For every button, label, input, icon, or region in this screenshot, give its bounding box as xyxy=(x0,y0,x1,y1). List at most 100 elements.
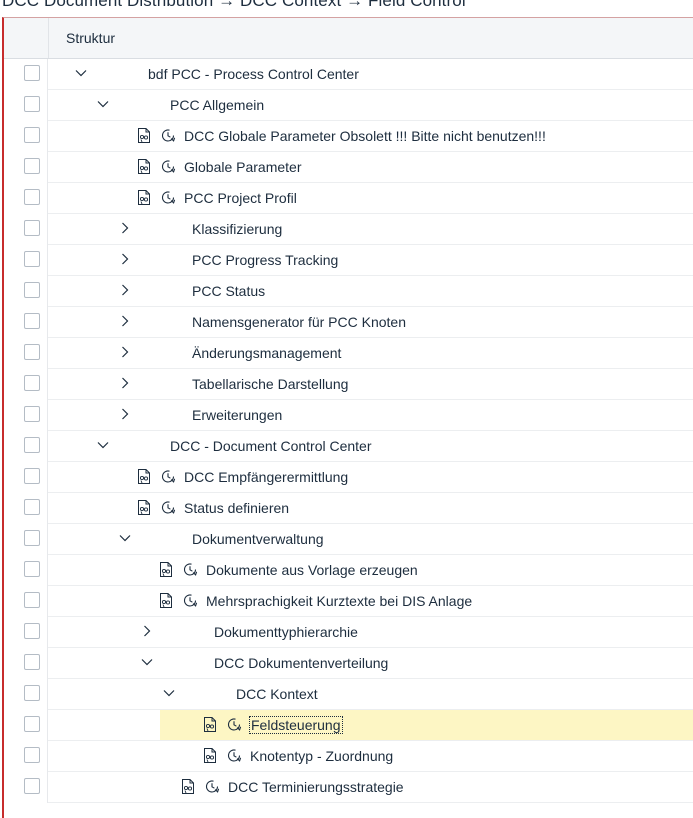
tree-node-label[interactable]: Dokumentverwaltung xyxy=(192,531,324,547)
row-selector[interactable] xyxy=(4,555,48,586)
tree-row[interactable]: PCC Status xyxy=(4,276,693,307)
row-selector[interactable] xyxy=(4,617,48,648)
row-selector[interactable] xyxy=(4,152,48,183)
tree-row[interactable]: Status definieren xyxy=(4,493,693,524)
documentation-icon[interactable] xyxy=(202,716,218,733)
tree-row[interactable]: Globale Parameter xyxy=(4,152,693,183)
row-checkbox[interactable] xyxy=(24,561,40,577)
tree-row[interactable]: Tabellarische Darstellung xyxy=(4,369,693,400)
tree-node-label[interactable]: Mehrsprachigkeit Kurztexte bei DIS Anlag… xyxy=(206,593,472,609)
tree-node-label[interactable]: DCC Globale Parameter Obsolett !!! Bitte… xyxy=(184,128,546,144)
row-selector[interactable] xyxy=(4,679,48,710)
row-checkbox[interactable] xyxy=(24,344,40,360)
tree-row[interactable]: PCC Progress Tracking xyxy=(4,245,693,276)
documentation-icon[interactable] xyxy=(136,189,152,206)
clock-icon[interactable] xyxy=(182,592,198,609)
row-selector[interactable] xyxy=(4,462,48,493)
row-selector[interactable] xyxy=(4,214,48,245)
clock-icon[interactable] xyxy=(226,747,242,764)
tree-node-label[interactable]: Knotentyp - Zuordnung xyxy=(250,748,393,764)
clock-icon[interactable] xyxy=(226,716,242,733)
documentation-icon[interactable] xyxy=(180,778,196,795)
row-selector[interactable] xyxy=(4,400,48,431)
chevron-right-icon[interactable] xyxy=(118,375,132,391)
clock-icon[interactable] xyxy=(160,468,176,485)
chevron-down-icon[interactable] xyxy=(96,437,110,453)
chevron-right-icon[interactable] xyxy=(118,251,132,267)
tree-row[interactable]: DCC Globale Parameter Obsolett !!! Bitte… xyxy=(4,121,693,152)
documentation-icon[interactable] xyxy=(158,561,174,578)
row-selector[interactable] xyxy=(4,183,48,214)
clock-icon[interactable] xyxy=(160,158,176,175)
tree-node-label[interactable]: Tabellarische Darstellung xyxy=(192,376,348,392)
row-checkbox[interactable] xyxy=(24,747,40,763)
tree-node-label[interactable]: DCC Kontext xyxy=(236,686,318,702)
row-checkbox[interactable] xyxy=(24,375,40,391)
row-checkbox[interactable] xyxy=(24,251,40,267)
row-checkbox[interactable] xyxy=(24,65,40,81)
row-checkbox[interactable] xyxy=(24,685,40,701)
tree-row[interactable]: DCC Terminierungsstrategie xyxy=(4,772,693,803)
row-selector[interactable] xyxy=(4,276,48,307)
tree-node-label[interactable]: Namensgenerator für PCC Knoten xyxy=(192,314,406,330)
row-checkbox[interactable] xyxy=(24,592,40,608)
tree-node-label[interactable]: PCC Progress Tracking xyxy=(192,252,338,268)
tree-row[interactable]: DCC Empfängerermittlung xyxy=(4,462,693,493)
row-checkbox[interactable] xyxy=(24,282,40,298)
clock-icon[interactable] xyxy=(160,189,176,206)
clock-icon[interactable] xyxy=(182,561,198,578)
row-checkbox[interactable] xyxy=(24,437,40,453)
tree-node-label[interactable]: Feldsteuerung xyxy=(249,716,343,734)
row-selector[interactable] xyxy=(4,59,48,90)
tree-row[interactable]: DCC Kontext xyxy=(4,679,693,710)
chevron-down-icon[interactable] xyxy=(96,96,110,112)
row-checkbox[interactable] xyxy=(24,468,40,484)
row-checkbox[interactable] xyxy=(24,499,40,515)
row-checkbox[interactable] xyxy=(24,158,40,174)
tree-node-label[interactable]: Dokumenttyphierarchie xyxy=(214,624,358,640)
row-selector[interactable] xyxy=(4,648,48,679)
row-selector[interactable] xyxy=(4,369,48,400)
tree-row[interactable]: Namensgenerator für PCC Knoten xyxy=(4,307,693,338)
tree-row[interactable]: Mehrsprachigkeit Kurztexte bei DIS Anlag… xyxy=(4,586,693,617)
row-selector[interactable] xyxy=(4,307,48,338)
row-checkbox[interactable] xyxy=(24,313,40,329)
tree-row[interactable]: Änderungsmanagement xyxy=(4,338,693,369)
row-selector[interactable] xyxy=(4,772,48,803)
row-selector[interactable] xyxy=(4,493,48,524)
tree-node-label[interactable]: DCC Empfängerermittlung xyxy=(184,469,348,485)
documentation-icon[interactable] xyxy=(136,127,152,144)
tree-row[interactable]: Knotentyp - Zuordnung xyxy=(4,741,693,772)
tree-node-label[interactable]: PCC Status xyxy=(192,283,265,299)
tree-node-label[interactable]: PCC Allgemein xyxy=(170,97,264,113)
tree-row[interactable]: Feldsteuerung xyxy=(4,710,693,741)
row-selector[interactable] xyxy=(4,710,48,741)
row-checkbox[interactable] xyxy=(24,623,40,639)
tree-row[interactable]: DCC Dokumentenverteilung xyxy=(4,648,693,679)
documentation-icon[interactable] xyxy=(158,592,174,609)
tree-row[interactable]: DCC - Document Control Center xyxy=(4,431,693,462)
row-selector[interactable] xyxy=(4,90,48,121)
tree-row[interactable]: Klassifizierung xyxy=(4,214,693,245)
select-all-column[interactable] xyxy=(4,18,49,58)
tree-node-label[interactable]: Status definieren xyxy=(184,500,289,516)
tree-node-label[interactable]: bdf PCC - Process Control Center xyxy=(148,66,359,82)
row-checkbox[interactable] xyxy=(24,127,40,143)
chevron-down-icon[interactable] xyxy=(118,530,132,546)
row-checkbox[interactable] xyxy=(24,530,40,546)
documentation-icon[interactable] xyxy=(136,499,152,516)
row-selector[interactable] xyxy=(4,741,48,772)
tree-row[interactable]: bdf PCC - Process Control Center xyxy=(4,59,693,90)
tree-node-label[interactable]: PCC Project Profil xyxy=(184,190,297,206)
tree-row[interactable]: PCC Project Profil xyxy=(4,183,693,214)
tree-node-label[interactable]: Klassifizierung xyxy=(192,221,282,237)
row-checkbox[interactable] xyxy=(24,220,40,236)
row-selector[interactable] xyxy=(4,524,48,555)
clock-icon[interactable] xyxy=(160,127,176,144)
row-selector[interactable] xyxy=(4,121,48,152)
row-selector[interactable] xyxy=(4,245,48,276)
tree-node-label[interactable]: Dokumente aus Vorlage erzeugen xyxy=(206,562,418,578)
tree-node-label[interactable]: Erweiterungen xyxy=(192,407,282,423)
clock-icon[interactable] xyxy=(160,499,176,516)
chevron-right-icon[interactable] xyxy=(140,623,154,639)
